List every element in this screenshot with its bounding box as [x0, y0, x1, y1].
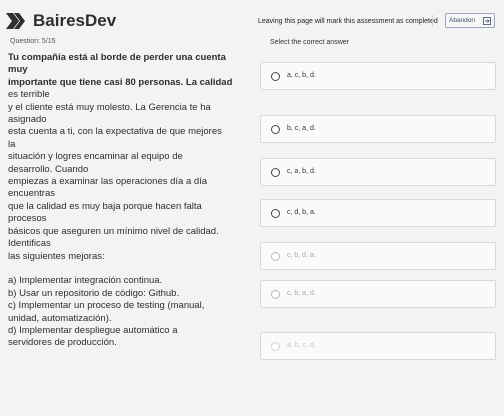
question-line: servidores de producción.: [8, 337, 117, 349]
question-line: es terrible: [8, 89, 50, 101]
abandon-label: Abandon: [449, 17, 476, 24]
question-counter: Question: 5/15: [10, 38, 56, 45]
question-line: muy: [8, 64, 28, 76]
question-line: la: [8, 138, 16, 150]
answer-option-label: c, b, d, a.: [287, 252, 316, 259]
question-line: encuentras: [8, 188, 56, 200]
question-line: c) Implementar un proceso de testing (ma…: [8, 300, 205, 312]
question-line: situación y logres encaminar al equipo d…: [8, 151, 183, 163]
answer-option-label: c, b, a, d.: [287, 290, 316, 297]
radio-button[interactable]: [271, 168, 280, 177]
app-header: BairesDev Leaving this page will mark th…: [0, 0, 504, 38]
answer-option-label: c, d, b, a.: [287, 209, 316, 216]
answer-option[interactable]: c, a, b, d.: [260, 158, 496, 186]
answer-option[interactable]: c, b, a, d.: [260, 280, 496, 308]
leave-page-notice: Leaving this page will mark this assessm…: [258, 18, 438, 25]
exit-icon: [483, 16, 491, 25]
answer-option[interactable]: c, d, b, a.: [260, 199, 496, 227]
answer-option[interactable]: c, b, d, a.: [260, 242, 496, 270]
answer-option[interactable]: b, c, a, d.: [260, 115, 496, 143]
question-line: asignado: [8, 114, 47, 126]
answer-option[interactable]: a, c, b, d.: [260, 62, 496, 90]
logo-chevrons-icon: [6, 13, 25, 29]
question-line: empiezas a examinar las operaciones día …: [8, 176, 208, 188]
radio-button[interactable]: [271, 252, 280, 261]
answer-option[interactable]: a, b, c, d.: [260, 332, 496, 360]
question-line: b) Usar un repositorio de código: Github…: [8, 287, 180, 299]
bairesdev-logo: BairesDev: [6, 11, 116, 31]
question-line: a) Implementar integración continua.: [8, 275, 163, 287]
radio-button[interactable]: [271, 209, 280, 218]
logo-text: BairesDev: [33, 11, 117, 30]
question-line: las siguientes mejoras:: [8, 250, 105, 262]
question-line: Identificas: [8, 238, 51, 250]
radio-button[interactable]: [271, 72, 280, 81]
question-line: d) Implementar despliegue automático a: [8, 324, 178, 336]
answer-option-label: a, c, b, d.: [287, 72, 316, 79]
select-answer-label: Select the correct answer: [270, 39, 349, 46]
radio-button[interactable]: [271, 125, 280, 134]
answer-option-label: a, b, c, d.: [287, 342, 316, 349]
header-divider: [432, 15, 433, 27]
question-line: Tu compañía está al borde de perder una …: [8, 52, 226, 63]
question-line: desarrollo. Cuando: [8, 163, 89, 175]
question-text: Tu compañía está al borde de perder una …: [8, 52, 258, 350]
abandon-button[interactable]: Abandon: [445, 13, 495, 28]
question-line: importante que tiene casi 80 personas. L…: [8, 76, 233, 88]
answer-option-label: b, c, a, d.: [287, 125, 316, 132]
radio-button[interactable]: [271, 290, 280, 299]
question-line: básicos que aseguren un mínimo nivel de …: [8, 225, 219, 237]
answer-option-label: c, a, b, d.: [287, 168, 316, 175]
question-line: esta cuenta a ti, con la expectativa de …: [8, 126, 222, 138]
question-line: procesos: [8, 213, 47, 225]
question-line: [8, 263, 258, 275]
question-line: que la calidad es muy baja porque hacen …: [8, 200, 202, 212]
question-line: unidad, automatización).: [8, 312, 112, 324]
radio-button[interactable]: [271, 342, 280, 351]
question-line: y el cliente está muy molesto. La Gerenc…: [8, 101, 211, 113]
